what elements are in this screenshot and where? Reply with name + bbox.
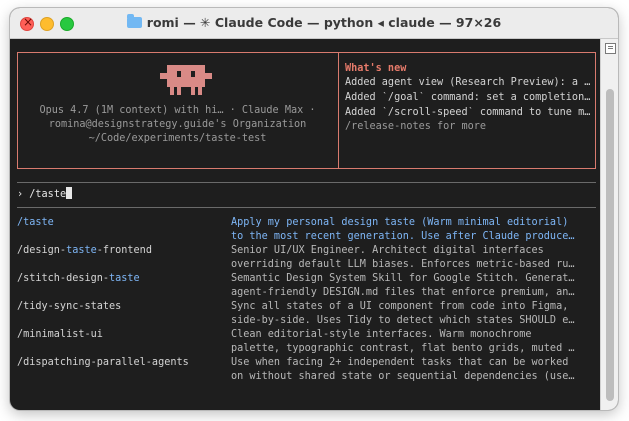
working-directory: ~/Code/experiments/taste-test (88, 133, 267, 144)
release-notes-hint: /release-notes for more (345, 121, 487, 132)
folder-icon (126, 14, 142, 28)
prompt-symbol: › (17, 189, 24, 200)
suggestion-command: /dispatching-parallel-agents (17, 357, 189, 368)
prompt-divider-bottom (17, 207, 596, 208)
suggestion-item-dispatching-parallel-agents[interactable]: /dispatching-parallel-agents Use when fa… (17, 357, 597, 385)
whats-new-item: Added `/goal` command: set a completion… (345, 92, 591, 103)
suggestion-description: Senior UI/UX Engineer. Architect digital… (231, 245, 544, 256)
suggestion-description: Clean editorial-style interfaces. Warm m… (231, 329, 532, 340)
suggestion-description: Apply my personal design taste (Warm min… (231, 217, 569, 228)
banner-border-bottom (17, 168, 596, 169)
prompt-divider-top (17, 182, 596, 183)
title-bar: romi — ✳ Claude Code — python ◂ claude —… (10, 8, 618, 39)
terminal-content[interactable]: Opus 4.7 (1M context) with hi… · Claude … (10, 39, 600, 410)
suggestion-item-taste[interactable]: /taste Apply my personal design taste (W… (17, 217, 597, 245)
suggestion-command: /design-taste-frontend (17, 245, 152, 256)
whats-new-item: Added agent view (Research Preview): a … (345, 77, 591, 88)
banner-border-right (595, 52, 596, 168)
model-info: Opus 4.7 (1M context) with hi… · Claude … (39, 105, 316, 116)
suggestion-description: to the most recent generation. Use after… (231, 231, 575, 242)
suggestion-description: Sync all states of a UI component from c… (231, 301, 569, 312)
suggestion-description: Use when facing 2+ independent tasks tha… (231, 357, 569, 368)
suggestion-command: /taste (17, 217, 54, 228)
text-cursor (66, 187, 73, 199)
terminal-window: romi — ✳ Claude Code — python ◂ claude —… (10, 8, 618, 410)
prompt-input[interactable]: /taste (29, 189, 66, 200)
suggestion-item-minimalist-ui[interactable]: /minimalist-ui Clean editorial-style int… (17, 329, 597, 357)
suggestion-description: palette, typographic contrast, flat bent… (231, 343, 575, 354)
banner-divider (338, 52, 339, 168)
suggestion-command: /stitch-design-taste (17, 273, 140, 284)
suggestion-item-design-taste-frontend[interactable]: /design-taste-frontend Senior UI/UX Engi… (17, 245, 597, 273)
banner-border-top (17, 52, 596, 53)
welcome-banner: Opus 4.7 (1M context) with hi… · Claude … (17, 47, 596, 175)
suggestion-command: /minimalist-ui (17, 329, 103, 340)
suggestion-description: side-by-side. Uses Tidy to detect which … (231, 315, 575, 326)
window-title-container: romi — ✳ Claude Code — python ◂ claude —… (10, 14, 618, 30)
suggestion-item-tidy-sync-states[interactable]: /tidy-sync-states Sync all states of a U… (17, 301, 597, 329)
scrollbar-menu-icon[interactable] (605, 43, 616, 54)
suggestion-command: /tidy-sync-states (17, 301, 122, 312)
prompt-line[interactable]: › /taste (17, 187, 73, 200)
scrollbar-thumb[interactable] (606, 89, 614, 401)
whats-new-item: Added `/scroll-speed` command to tune m… (345, 107, 591, 118)
suggestion-description: overriding default LLM biases. Enforces … (231, 259, 575, 270)
claude-mascot-icon (160, 65, 212, 97)
suggestion-description: agent-friendly DESIGN.md files that enfo… (231, 287, 575, 298)
window-title: romi — ✳ Claude Code — python ◂ claude —… (146, 15, 502, 30)
whats-new-title: What's new (345, 63, 407, 74)
suggestion-description: Semantic Design System Skill for Google … (231, 273, 575, 284)
suggestion-description: on without shared state or sequential de… (231, 371, 575, 382)
scrollbar[interactable] (600, 39, 618, 410)
suggestion-item-stitch-design-taste[interactable]: /stitch-design-taste Semantic Design Sys… (17, 273, 597, 301)
account-info: romina@designstrategy.guide's Organizati… (48, 119, 307, 130)
